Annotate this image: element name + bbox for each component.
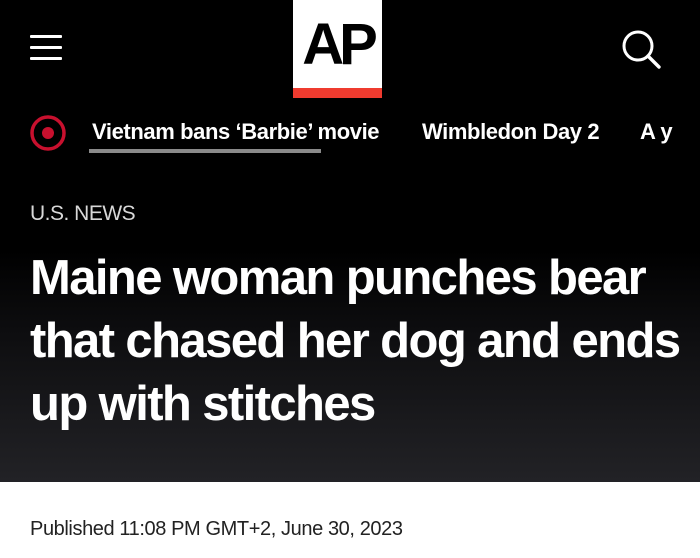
- article-page: AP Vietnam bans ‘Barbie’ movie Wimbledon…: [0, 0, 700, 558]
- hamburger-menu-icon[interactable]: [30, 35, 62, 61]
- live-indicator-graphic: [30, 115, 66, 151]
- published-timestamp: Published 11:08 PM GMT+2, June 30, 2023: [30, 518, 403, 540]
- article-headline: Maine woman punches bear that chased her…: [30, 251, 681, 431]
- live-indicator-icon: [29, 114, 67, 152]
- trending-link-wimbledon[interactable]: Wimbledon Day 2: [422, 117, 600, 147]
- menu-line: [30, 57, 62, 60]
- menu-line: [30, 46, 62, 49]
- search-icon-graphic: [622, 30, 661, 69]
- logo-red-bar: [293, 88, 382, 98]
- active-trend-underline: [89, 149, 321, 153]
- section-label[interactable]: U.S. NEWS: [30, 200, 136, 228]
- article-hero: AP Vietnam bans ‘Barbie’ movie Wimbledon…: [0, 0, 700, 482]
- logo-text: AP: [302, 12, 378, 77]
- ap-logo[interactable]: AP: [293, 0, 382, 98]
- trending-link-vietnam-barbie[interactable]: Vietnam bans ‘Barbie’ movie: [92, 117, 380, 147]
- search-icon[interactable]: [620, 28, 662, 70]
- trending-link-truncated[interactable]: A y: [640, 117, 673, 147]
- menu-line: [30, 35, 62, 38]
